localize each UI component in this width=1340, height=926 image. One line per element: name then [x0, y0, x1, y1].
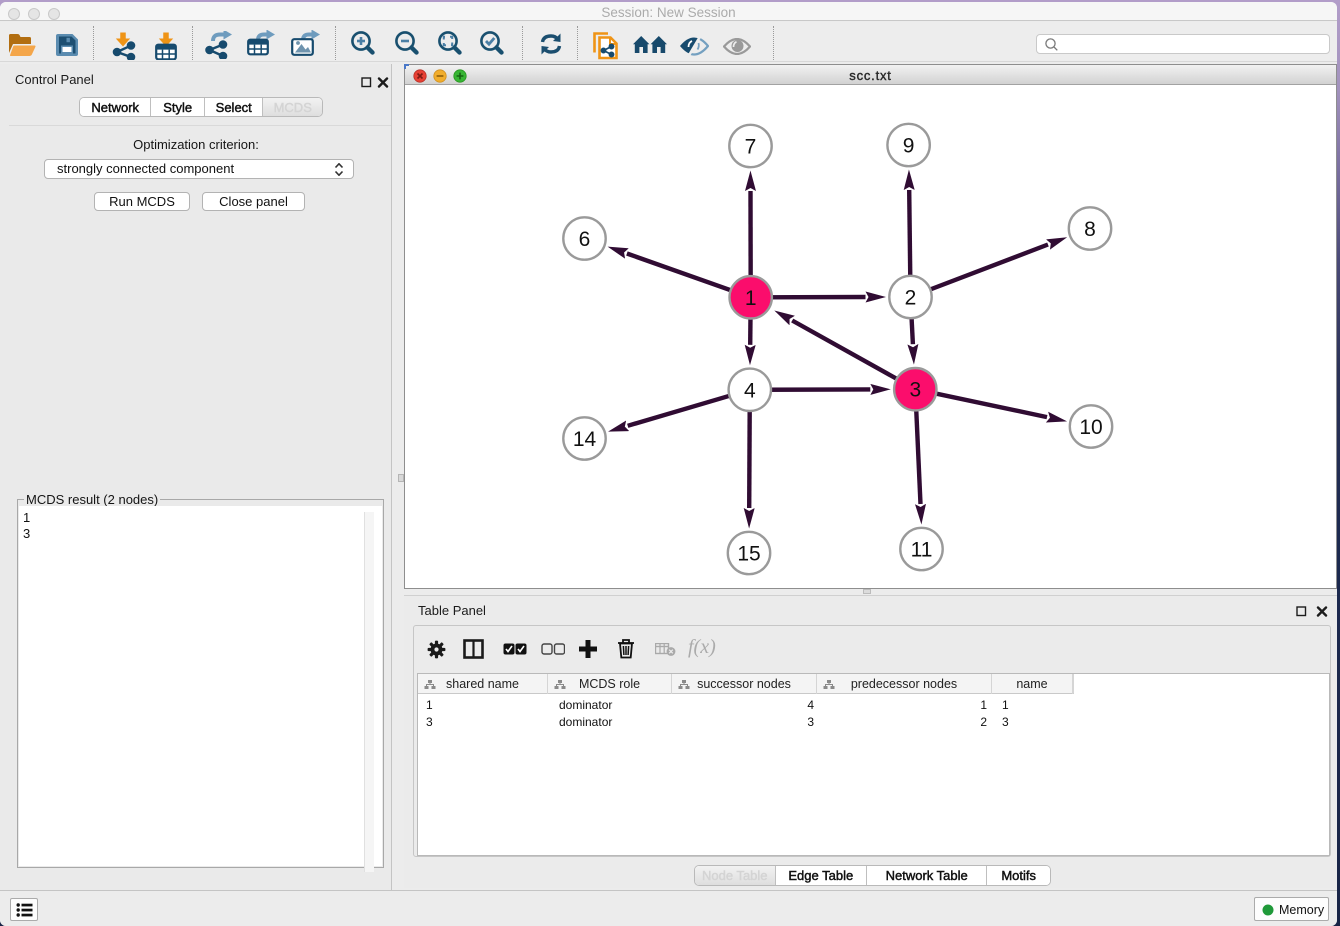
svg-text:6: 6 [579, 228, 591, 251]
svg-text:2: 2 [905, 287, 917, 310]
svg-text:9: 9 [903, 135, 915, 158]
svg-text:7: 7 [745, 136, 757, 159]
svg-text:8: 8 [1084, 218, 1096, 241]
svg-text:4: 4 [744, 379, 756, 402]
svg-text:3: 3 [909, 379, 921, 402]
svg-text:11: 11 [911, 539, 933, 562]
svg-text:15: 15 [737, 543, 760, 566]
svg-text:14: 14 [573, 428, 597, 451]
svg-text:10: 10 [1079, 416, 1102, 439]
svg-text:1: 1 [745, 287, 757, 310]
